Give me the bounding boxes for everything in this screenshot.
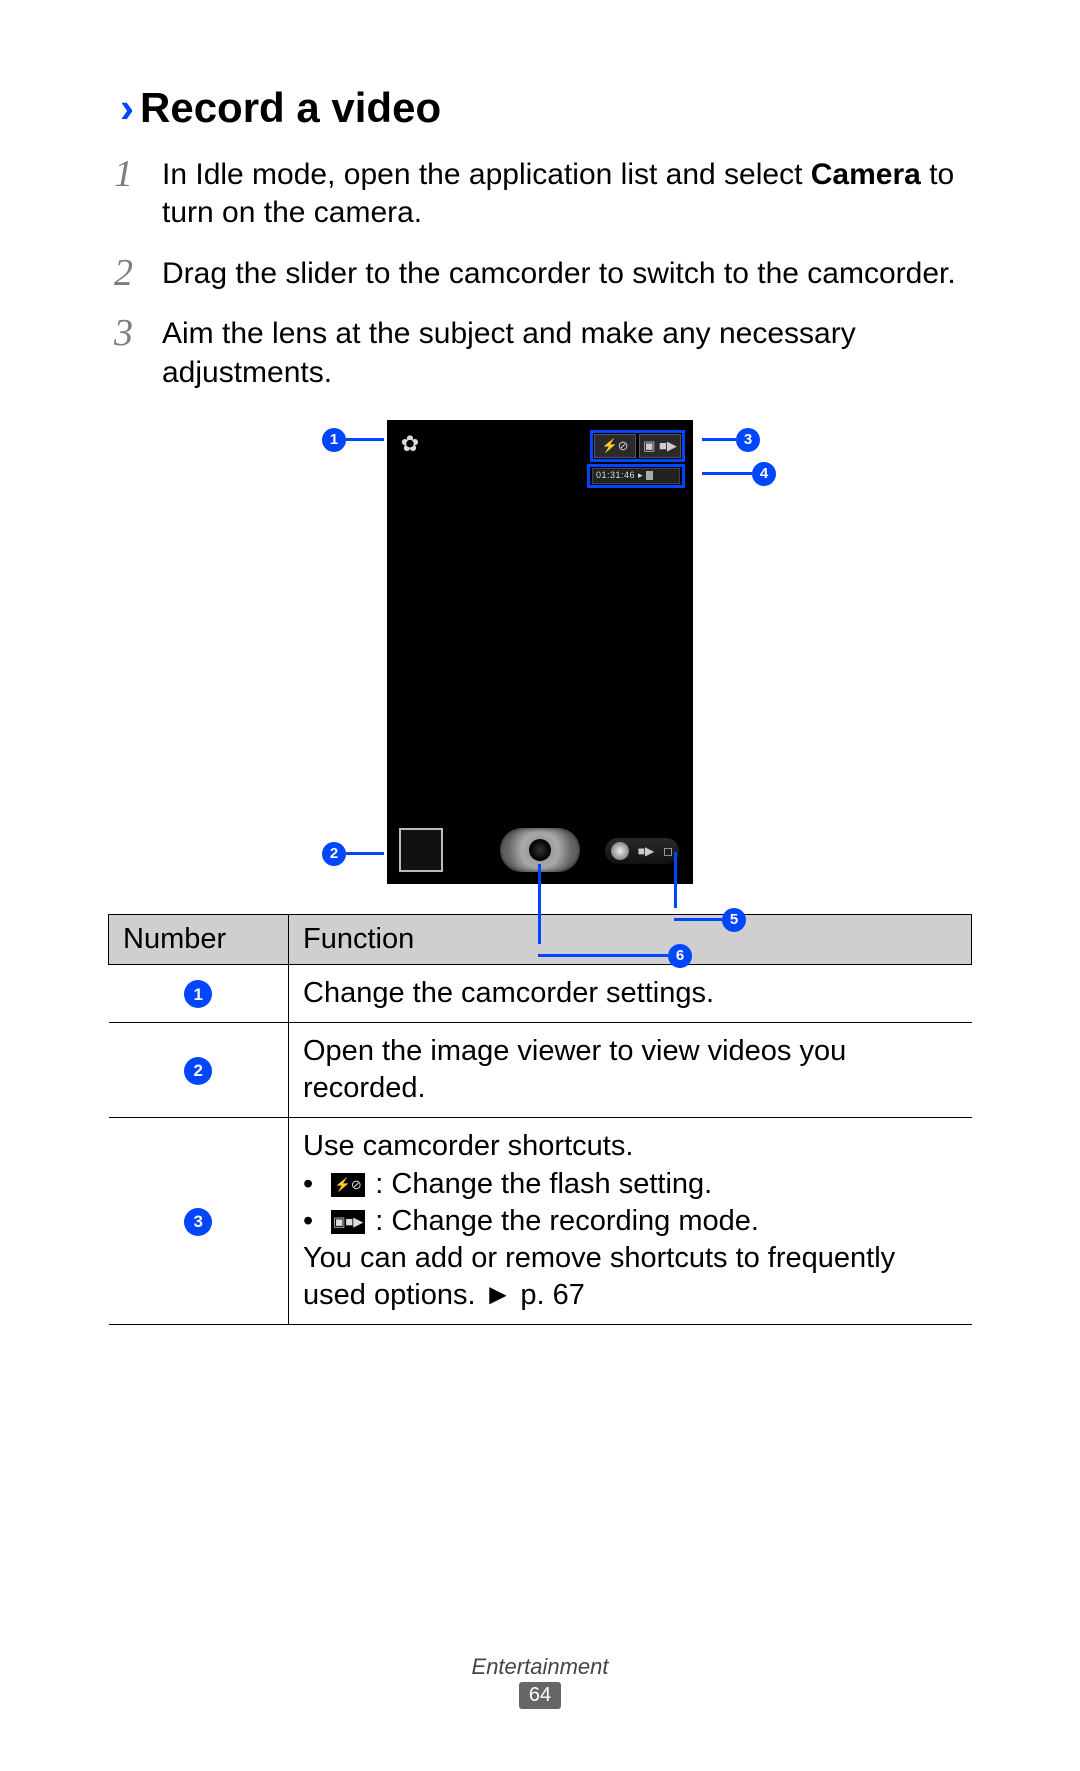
table-row: 1 Change the camcorder settings. — [109, 965, 972, 1023]
record-mode-icon: ▣■▶ — [331, 1210, 365, 1234]
section-marker: › — [120, 84, 134, 131]
row3-intro: Use camcorder shortcuts. — [303, 1128, 958, 1165]
gear-icon: ✿ — [399, 433, 421, 455]
step-text-pre: Aim the lens at the subject and make any… — [162, 317, 856, 388]
table-row: 3 Use camcorder shortcuts. ⚡⊘ : Change t… — [109, 1118, 972, 1325]
row-number-badge: 1 — [184, 980, 212, 1008]
slider-knob — [611, 842, 629, 860]
table-row: 2 Open the image viewer to view videos y… — [109, 1023, 972, 1118]
row-number-badge: 2 — [184, 1057, 212, 1085]
callout-4: 4 — [702, 462, 776, 486]
row-function: Change the camcorder settings. — [289, 965, 972, 1023]
callout-badge: 4 — [752, 462, 776, 486]
section-title-text: Record a video — [140, 84, 441, 131]
footer-page-number: 64 — [519, 1682, 561, 1709]
step-item: In Idle mode, open the application list … — [108, 156, 972, 233]
row-number-badge: 3 — [184, 1208, 212, 1236]
steps-list: In Idle mode, open the application list … — [108, 156, 972, 392]
shortcut-bar: ⚡⊘ ▣ ■▶ — [590, 430, 685, 462]
row3-outro-post: p. 67 — [512, 1279, 585, 1311]
mode-slider: ■▶ ◻ — [605, 838, 679, 864]
bullet-item: ▣■▶ : Change the recording mode. — [303, 1203, 958, 1240]
row-function: Open the image viewer to view videos you… — [289, 1023, 972, 1118]
row3-outro-pre: You can add or remove shortcuts to frequ… — [303, 1242, 895, 1311]
time-counter-text: 01:31:46 ▸ — [596, 468, 643, 483]
storage-icon — [646, 471, 653, 480]
bullet-item: ⚡⊘ : Change the flash setting. — [303, 1166, 958, 1203]
callout-badge: 2 — [322, 842, 346, 866]
table-header-number: Number — [109, 914, 289, 964]
camcorder-icon: ■▶ — [638, 844, 654, 858]
bullet-text: : Change the recording mode. — [367, 1205, 759, 1237]
camcorder-figure: 1 3 4 2 ✿ ⚡⊘ ▣ ■▶ 01:31:46 ▸ — [280, 414, 800, 884]
step-text-bold: Camera — [811, 158, 921, 191]
section-heading: ›Record a video — [120, 84, 972, 132]
callout-badge: 6 — [668, 944, 692, 968]
camera-icon: ◻ — [663, 844, 673, 858]
step-item: Drag the slider to the camcorder to swit… — [108, 255, 972, 293]
page-footer: Entertainment 64 — [0, 1654, 1080, 1709]
play-arrow-icon: ► — [484, 1279, 513, 1311]
time-counter: 01:31:46 ▸ — [592, 468, 680, 484]
callout-badge: 1 — [322, 428, 346, 452]
callout-2: 2 — [322, 842, 384, 866]
step-item: Aim the lens at the subject and make any… — [108, 315, 972, 392]
function-table: Number Function 1 Change the camcorder s… — [108, 914, 972, 1325]
phone-mockup: ✿ ⚡⊘ ▣ ■▶ 01:31:46 ▸ ■▶ ◻ — [387, 420, 693, 884]
row3-bullets: ⚡⊘ : Change the flash setting. ▣■▶ : Cha… — [303, 1166, 958, 1240]
gallery-thumbnail — [399, 828, 443, 872]
footer-category: Entertainment — [0, 1654, 1080, 1680]
callout-6: 6 — [538, 864, 692, 968]
step-text-pre: Drag the slider to the camcorder to swit… — [162, 257, 956, 290]
callout-3: 3 — [702, 428, 760, 452]
time-counter-box: 01:31:46 ▸ — [587, 464, 685, 488]
step-text-pre: In Idle mode, open the application list … — [162, 158, 811, 191]
flash-off-icon: ⚡⊘ — [594, 434, 636, 458]
record-mode-icon: ▣ ■▶ — [639, 434, 681, 458]
bullet-text: : Change the flash setting. — [367, 1168, 712, 1200]
callout-1: 1 — [322, 428, 384, 452]
row-function: Use camcorder shortcuts. ⚡⊘ : Change the… — [289, 1118, 972, 1325]
callout-badge: 3 — [736, 428, 760, 452]
flash-off-icon: ⚡⊘ — [331, 1173, 365, 1197]
callout-badge: 5 — [722, 908, 746, 932]
